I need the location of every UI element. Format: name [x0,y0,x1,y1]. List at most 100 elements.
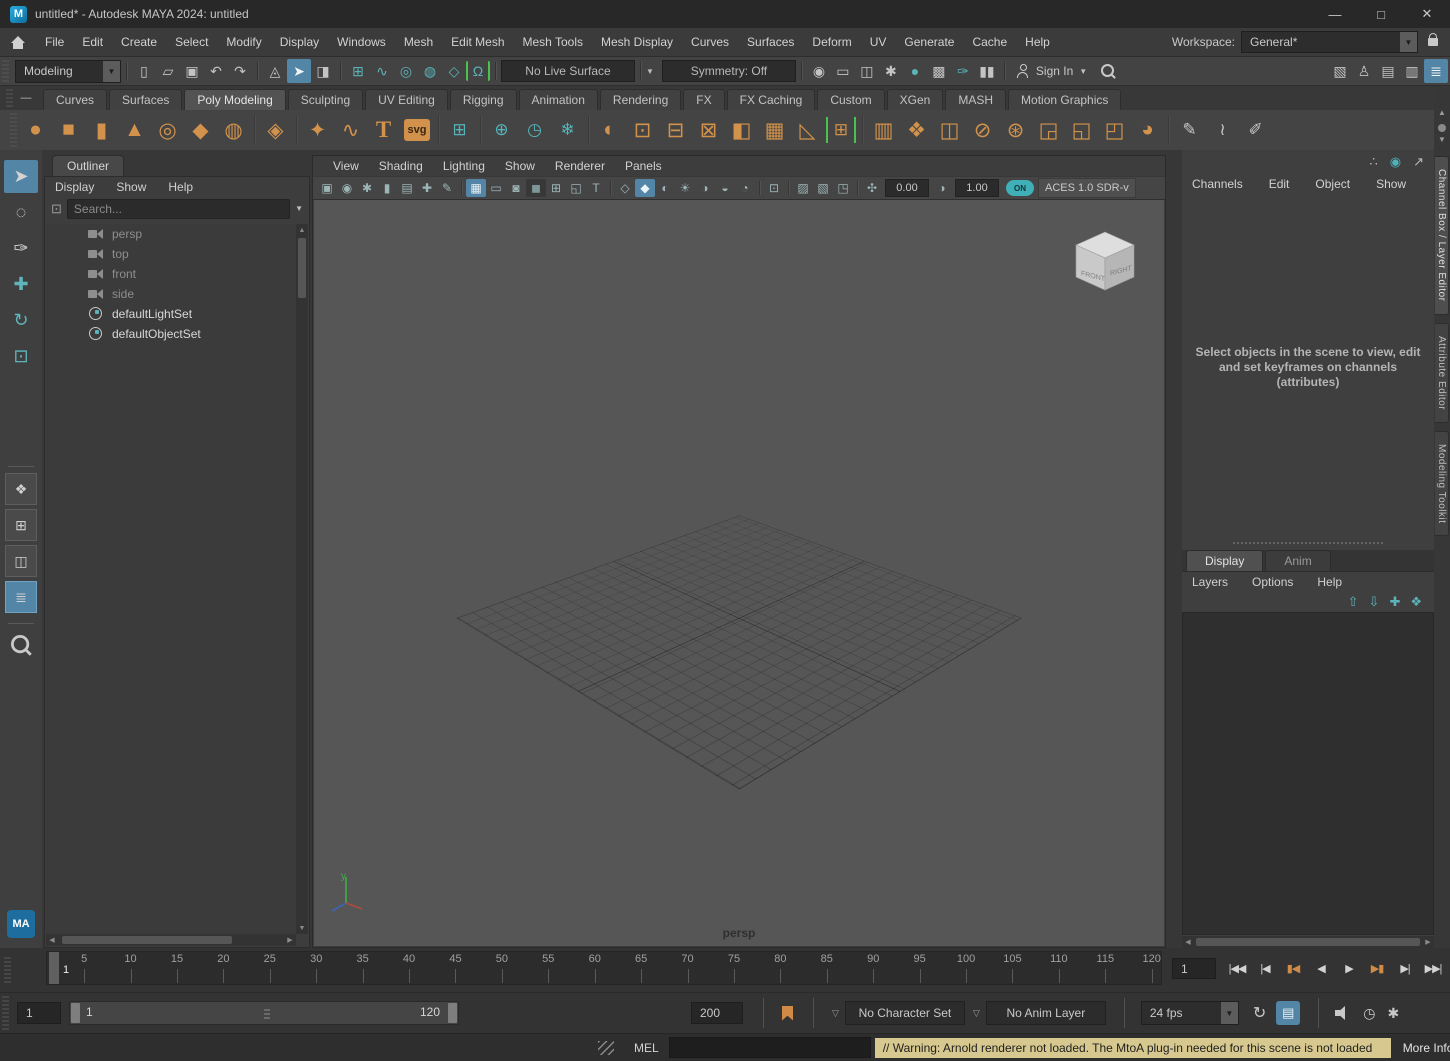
bevel-icon[interactable]: ❖ [900,113,933,147]
maximize-button[interactable]: □ [1358,0,1404,28]
outliner-search-input[interactable] [67,199,290,219]
graph-icon[interactable]: ↗ [1413,154,1424,170]
drag-grip[interactable] [2,996,9,1030]
layer-editor-tab[interactable]: Anim [1265,550,1330,571]
pan-zoom-2d-icon[interactable]: ✚ [417,179,437,197]
mute-icon[interactable] [1335,1006,1351,1020]
scrollbar-thumb[interactable] [298,238,306,298]
chevron-icon[interactable]: ▽ [832,1008,839,1019]
scrollbar-thumb[interactable] [1196,938,1420,946]
new-empty-layer-icon[interactable]: ✚ [1389,594,1400,610]
circularize-icon[interactable]: ⊛ [999,113,1032,147]
modeling-toolkit-icon[interactable]: ▧ [1328,59,1352,83]
ipr-render-icon[interactable]: ◫ [855,59,879,83]
poly-type-icon[interactable]: T [367,113,400,147]
outliner-menu-item[interactable]: Help [168,180,193,194]
safe-title-icon[interactable]: T [586,179,606,197]
make-live-icon[interactable]: Ω [466,61,490,81]
shelf-scroll-down-icon[interactable]: ▼ [1438,135,1446,148]
outliner-tab[interactable]: Outliner [52,155,124,176]
poly-sphere-icon[interactable]: ● [19,113,52,147]
shelf-scroll-up-icon[interactable]: ▲ [1438,108,1446,121]
scroll-left-icon[interactable]: ◀ [46,936,58,944]
bookmark-icon[interactable] [782,1006,793,1021]
sidebar-tab[interactable]: Attribute Editor [1435,323,1449,423]
menu-item[interactable]: Help [1016,28,1059,57]
menu-item[interactable]: Edit [73,28,112,57]
select-object-icon[interactable]: ➤ [287,59,311,83]
menu-item[interactable]: Curves [682,28,738,57]
menu-item[interactable]: File [36,28,73,57]
time-marker-icon[interactable]: ◷ [518,113,551,147]
symmetry-field[interactable]: Symmetry: Off [662,60,796,82]
current-frame-field[interactable]: 1 [1172,958,1216,979]
shelf-tab[interactable]: Rigging [450,89,517,110]
zero-transforms-icon[interactable]: ❄ [551,113,584,147]
select-tool[interactable]: ➤ [4,160,38,193]
poly-plane-icon[interactable]: ◆ [184,113,217,147]
bookmark-icon[interactable]: ▮ [377,179,397,197]
move-tool[interactable]: ✚ [4,268,38,301]
snap-to-grid-icon[interactable]: ⊞ [346,59,370,83]
quad-draw-icon[interactable]: ◕ [1131,113,1164,147]
grid-icon[interactable]: ▦ [466,179,486,197]
booleans-icon[interactable]: ◐ [593,113,626,147]
step-forward-key-button[interactable]: ▶▮ [1364,953,1390,983]
speed-state-icon[interactable]: ◉ [1390,154,1401,170]
redo-icon[interactable]: ↷ [228,59,252,83]
layer-editor-menu-item[interactable]: Help [1317,575,1342,589]
channel-box-menu-item[interactable]: Object [1315,177,1350,191]
time-ruler[interactable]: 1 51015202530354045505560657075808590951… [46,951,1162,985]
close-button[interactable]: ✕ [1404,0,1450,28]
range-grip[interactable] [264,1007,270,1019]
viewport-menu-item[interactable]: View [323,159,369,173]
select-camera-icon[interactable]: ▣ [317,179,337,197]
exposure-field[interactable]: 0.00 [885,179,929,197]
use-all-lights-icon[interactable]: ☀ [675,179,695,197]
sidebar-tab[interactable]: Channel Box / Layer Editor [1435,156,1449,315]
render-sequence-icon[interactable]: ▩ [927,59,951,83]
avatar[interactable]: MA [7,910,35,938]
shelf-tab[interactable]: Curves [43,89,107,110]
lasso-select-tool[interactable]: ◌ [4,196,38,229]
menu-item[interactable]: Cache [963,28,1016,57]
home-icon[interactable] [6,35,30,50]
outliner-vertical-scrollbar[interactable]: ▲ ▼ [296,224,308,934]
resize-grip[interactable] [598,1041,614,1055]
new-scene-icon[interactable]: ▯ [132,59,156,83]
menu-item[interactable]: Mesh Tools [514,28,592,57]
save-scene-icon[interactable]: ▣ [180,59,204,83]
curve-pencil-icon[interactable]: ✎ [1173,113,1206,147]
scroll-left-icon[interactable]: ◀ [1182,938,1194,946]
chevron-down-icon[interactable]: ▼ [295,204,303,213]
menu-item[interactable]: Deform [803,28,860,57]
scroll-right-icon[interactable]: ▶ [284,936,296,944]
playback-loop-icon[interactable]: ↻ [1253,1003,1266,1023]
curve-edit-icon[interactable]: ≀ [1206,113,1239,147]
scroll-up-icon[interactable]: ▲ [299,224,306,236]
mirror-icon[interactable]: ◧ [725,113,758,147]
shelf-tab[interactable]: Surfaces [109,89,182,110]
more-info-button[interactable]: More Info [1396,1038,1450,1058]
triangulate-icon[interactable]: ◺ [791,113,824,147]
workspace-dropdown[interactable]: General* ▼ [1241,31,1418,53]
command-line-input[interactable] [669,1037,871,1058]
play-backwards-button[interactable]: ◀ [1308,953,1334,983]
shelf-tab[interactable]: XGen [887,89,944,110]
snap-to-point-icon[interactable]: ◎ [394,59,418,83]
move-layer-up-icon[interactable]: ⇧ [1348,594,1359,610]
layer-editor-menu-item[interactable]: Layers [1192,575,1228,589]
exposure-icon[interactable]: ✣ [862,179,882,197]
outliner-horizontal-scrollbar[interactable]: ◀ ▶ [46,934,296,946]
attribute-editor-icon[interactable]: ▥ [1400,59,1424,83]
viewport-menu-item[interactable]: Show [495,159,545,173]
multi-cut-icon[interactable]: ⊘ [966,113,999,147]
colorspace-dropdown[interactable]: ACES 1.0 SDR-v [1038,178,1136,198]
menu-item[interactable]: Surfaces [738,28,803,57]
xray-icon[interactable]: ▨ [793,179,813,197]
textured-icon[interactable]: ◐ [655,179,675,197]
render-view-icon[interactable]: ◉ [807,59,831,83]
smooth-icon[interactable]: ▦ [758,113,791,147]
scroll-right-icon[interactable]: ▶ [1422,938,1434,946]
move-layer-down-icon[interactable]: ⇩ [1369,594,1380,610]
